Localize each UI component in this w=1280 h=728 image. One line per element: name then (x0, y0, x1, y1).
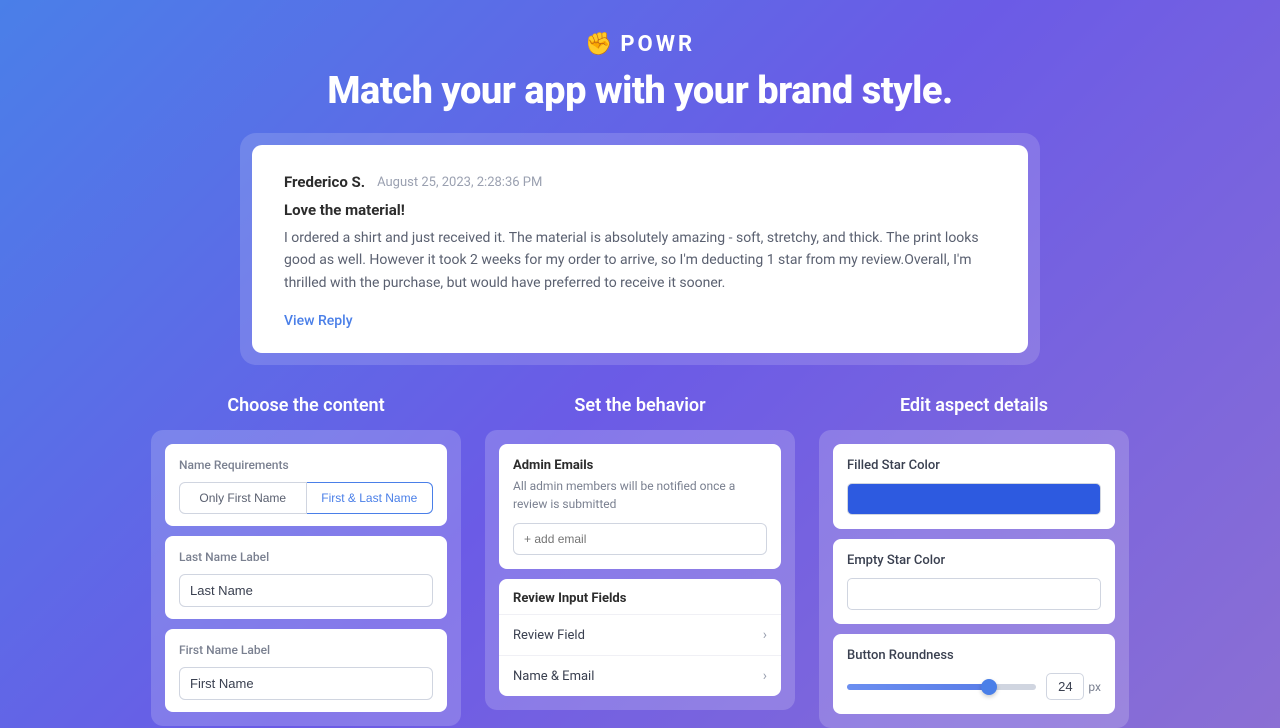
last-name-input[interactable] (179, 574, 433, 607)
empty-star-color-widget: Empty Star Color (833, 539, 1115, 624)
content-panel: Choose the content Name Requirements Onl… (151, 395, 461, 728)
button-roundness-label: Button Roundness (847, 648, 1101, 663)
aspect-panel-title: Edit aspect details (819, 395, 1129, 416)
review-card: Frederico S. August 25, 2023, 2:28:36 PM… (252, 145, 1028, 353)
roundness-value-box: px (1046, 673, 1101, 700)
content-panel-title: Choose the content (151, 395, 461, 416)
last-name-label-text: Last Name Label (179, 550, 433, 564)
button-roundness-widget: Button Roundness px (833, 634, 1115, 714)
behavior-panel-title: Set the behavior (485, 395, 795, 416)
page-header: ✊ POWR Match your app with your brand st… (0, 0, 1280, 133)
chevron-right-icon-2: › (763, 668, 767, 684)
behavior-panel-content: Admin Emails All admin members will be n… (485, 430, 795, 710)
aspect-panel-content: Filled Star Color Empty Star Color Butto… (819, 430, 1129, 728)
review-field-item-2[interactable]: Name & Email › (499, 656, 781, 696)
review-field-item-1[interactable]: Review Field › (499, 615, 781, 656)
first-last-name-btn[interactable]: First & Last Name (307, 482, 434, 514)
behavior-panel: Set the behavior Admin Emails All admin … (485, 395, 795, 728)
review-fields-widget: Review Input Fields Review Field › Name … (499, 579, 781, 696)
review-date: August 25, 2023, 2:28:36 PM (377, 175, 542, 190)
review-title: Love the material! (284, 201, 996, 219)
only-first-name-btn[interactable]: Only First Name (179, 482, 307, 514)
add-email-input[interactable] (513, 523, 767, 555)
name-requirements-label: Name Requirements (179, 458, 433, 472)
reviewer-name: Frederico S. (284, 173, 365, 191)
roundness-value-input[interactable] (1046, 673, 1084, 700)
empty-star-color-label: Empty Star Color (847, 553, 1101, 568)
first-name-label-text: First Name Label (179, 643, 433, 657)
review-fields-title: Review Input Fields (499, 579, 781, 615)
logo-text: POWR (620, 32, 695, 57)
admin-emails-title: Admin Emails (513, 458, 767, 473)
view-reply-link[interactable]: View Reply (284, 313, 353, 329)
roundness-row: px (847, 673, 1101, 700)
chevron-right-icon-1: › (763, 627, 767, 643)
name-requirements-toggle: Only First Name First & Last Name (179, 482, 433, 514)
last-name-label-widget: Last Name Label (165, 536, 447, 619)
powr-icon: ✊ (585, 32, 612, 57)
admin-emails-widget: Admin Emails All admin members will be n… (499, 444, 781, 569)
first-name-input[interactable] (179, 667, 433, 700)
logo: ✊ POWR (0, 32, 1280, 57)
bottom-panels: Choose the content Name Requirements Onl… (0, 395, 1280, 728)
roundness-slider-container (847, 684, 1036, 690)
review-field-label-1: Review Field (513, 628, 585, 643)
slider-track (847, 684, 1036, 690)
review-header: Frederico S. August 25, 2023, 2:28:36 PM (284, 173, 996, 191)
empty-star-color-swatch[interactable] (847, 578, 1101, 610)
first-name-label-widget: First Name Label (165, 629, 447, 712)
review-field-label-2: Name & Email (513, 669, 594, 684)
filled-star-color-widget: Filled Star Color (833, 444, 1115, 529)
aspect-panel: Edit aspect details Filled Star Color Em… (819, 395, 1129, 728)
page-headline: Match your app with your brand style. (0, 69, 1280, 113)
review-body: I ordered a shirt and just received it. … (284, 227, 996, 294)
slider-fill (847, 684, 989, 690)
content-panel-content: Name Requirements Only First Name First … (151, 430, 461, 726)
slider-thumb[interactable] (981, 679, 997, 695)
admin-emails-desc: All admin members will be notified once … (513, 477, 767, 513)
review-card-container: Frederico S. August 25, 2023, 2:28:36 PM… (240, 133, 1040, 365)
filled-star-color-label: Filled Star Color (847, 458, 1101, 473)
roundness-unit: px (1088, 680, 1101, 694)
name-requirements-widget: Name Requirements Only First Name First … (165, 444, 447, 526)
filled-star-color-swatch[interactable] (847, 483, 1101, 515)
